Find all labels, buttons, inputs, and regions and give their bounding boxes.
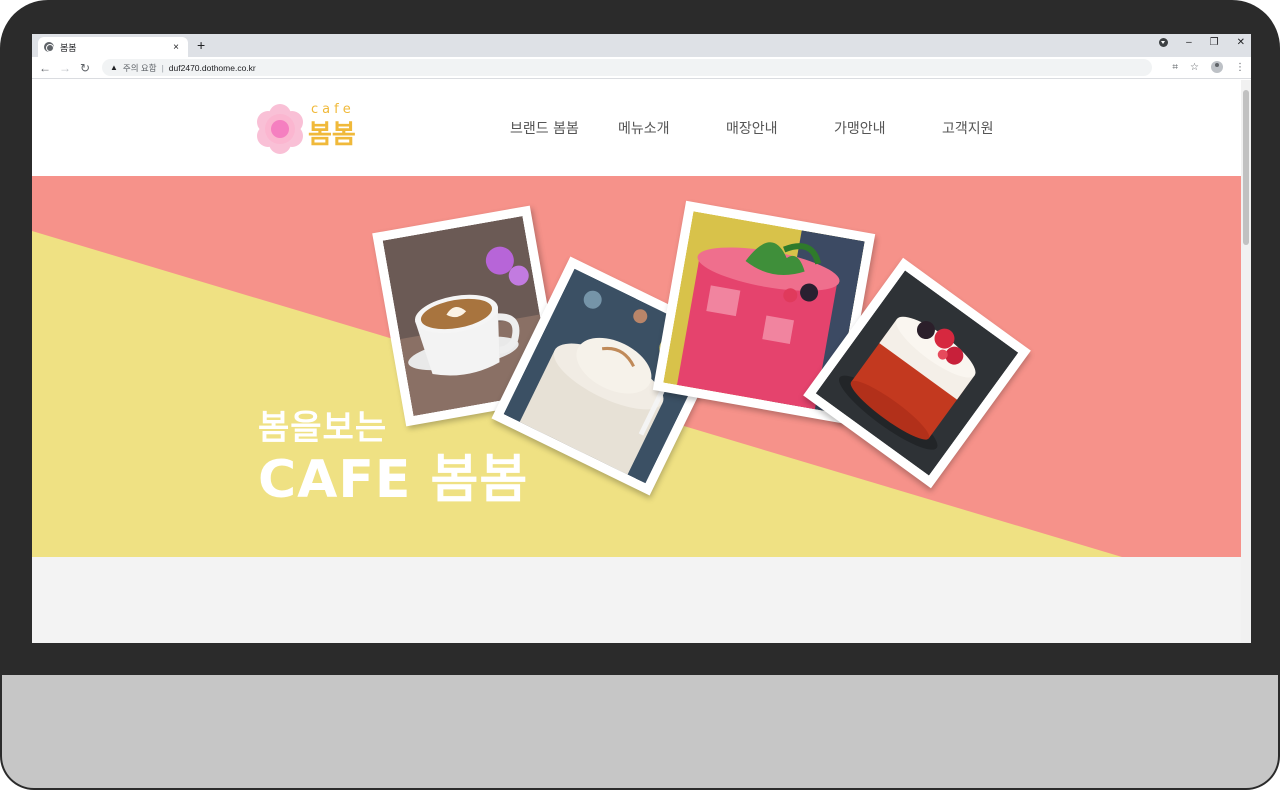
security-label[interactable]: 주의 요함 xyxy=(123,62,157,74)
nav-item-menu[interactable]: 메뉴소개 xyxy=(618,118,726,138)
page-viewport: cafe 봄봄 브랜드 봄봄 메뉴소개 매장안내 가맹안내 고객지원 봄을보는 … xyxy=(32,80,1251,643)
browser-toolbar: ← → ↻ ▲ 주의 요함 | duf2470.dothome.co.kr ⌗ … xyxy=(32,57,1251,79)
reload-button[interactable]: ↻ xyxy=(75,61,95,75)
warning-icon[interactable]: ▲ xyxy=(110,63,118,72)
hero-subtitle: 봄을보는 xyxy=(258,408,388,448)
nav-item-brand[interactable]: 브랜드 봄봄 xyxy=(510,118,618,138)
monitor: 봄봄 × + – ❐ ✕ ← → ↻ ▲ 주의 요함 | duf2470.dot… xyxy=(0,0,1280,790)
nav-item-stores[interactable]: 매장안내 xyxy=(726,118,834,138)
logo-name-text: 봄봄 xyxy=(308,120,356,150)
scrollbar-thumb[interactable] xyxy=(1243,90,1249,245)
hero-main-title: CAFE 봄봄 xyxy=(258,450,529,510)
hero-title: 봄을보는 CAFE 봄봄 xyxy=(258,408,528,512)
media-record-icon[interactable] xyxy=(1159,38,1169,47)
hero-banner: 봄을보는 CAFE 봄봄 xyxy=(32,176,1241,557)
site-logo[interactable]: cafe 봄봄 xyxy=(255,100,375,156)
nav-item-franchise[interactable]: 가맹안내 xyxy=(834,118,942,138)
monitor-stand-chin xyxy=(0,672,1280,790)
browser-window: 봄봄 × + – ❐ ✕ ← → ↻ ▲ 주의 요함 | duf2470.dot… xyxy=(32,34,1251,643)
address-bar[interactable]: ▲ 주의 요함 | duf2470.dothome.co.kr xyxy=(102,59,1152,76)
window-controls: – ❐ ✕ xyxy=(1159,37,1245,48)
profile-avatar-icon[interactable] xyxy=(1211,61,1223,73)
globe-icon xyxy=(44,42,54,52)
flower-logo-icon xyxy=(257,104,303,154)
browser-tab[interactable]: 봄봄 × xyxy=(38,37,188,57)
site-header: cafe 봄봄 브랜드 봄봄 메뉴소개 매장안내 가맹안내 고객지원 xyxy=(32,80,1241,176)
minimize-button[interactable]: – xyxy=(1186,37,1192,48)
nav-item-support[interactable]: 고객지원 xyxy=(942,118,1050,138)
main-navigation: 브랜드 봄봄 메뉴소개 매장안내 가맹안내 고객지원 xyxy=(510,118,1050,138)
omnibox-divider: | xyxy=(161,62,164,73)
tab-close-icon[interactable]: × xyxy=(170,42,182,53)
page-scrollbar[interactable] xyxy=(1241,80,1251,643)
tab-title: 봄봄 xyxy=(60,42,77,53)
browser-menu-icon[interactable]: ⋮ xyxy=(1235,62,1245,73)
close-window-button[interactable]: ✕ xyxy=(1237,37,1245,48)
back-button[interactable]: ← xyxy=(35,61,55,75)
url-text[interactable]: duf2470.dothome.co.kr xyxy=(169,63,256,73)
new-tab-button[interactable]: + xyxy=(197,37,205,53)
tab-strip: 봄봄 × + – ❐ ✕ xyxy=(32,34,1251,57)
forward-button[interactable]: → xyxy=(55,61,75,75)
bookmark-star-icon[interactable]: ☆ xyxy=(1190,62,1199,73)
toolbar-actions: ⌗ ☆ ⋮ xyxy=(1172,61,1245,73)
extensions-icon[interactable]: ⌗ xyxy=(1172,62,1178,73)
restore-button[interactable]: ❐ xyxy=(1210,37,1219,48)
